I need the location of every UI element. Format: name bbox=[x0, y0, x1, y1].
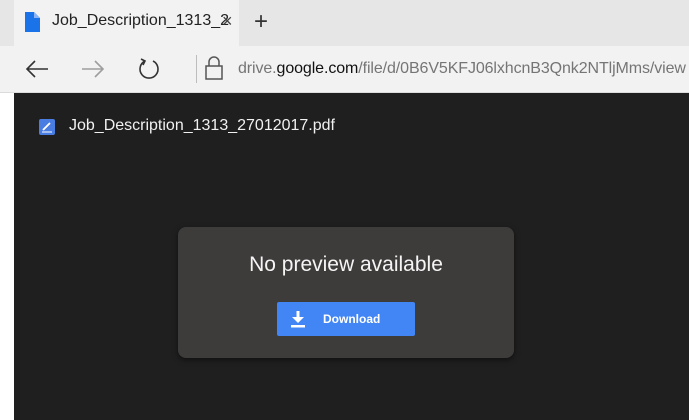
file-viewer: Job_Description_1313_27012017.pdf No pre… bbox=[14, 93, 689, 420]
pdf-file-icon bbox=[39, 119, 55, 135]
no-preview-card: No preview available Download bbox=[178, 227, 514, 358]
download-icon bbox=[291, 311, 305, 328]
browser-tab[interactable]: Job_Description_1313_2 × bbox=[14, 0, 239, 46]
file-name: Job_Description_1313_27012017.pdf bbox=[69, 117, 335, 134]
url-host: google.com bbox=[276, 60, 359, 77]
forward-arrow-icon[interactable] bbox=[80, 56, 106, 82]
nav-divider bbox=[196, 55, 197, 83]
address-bar[interactable]: drive.google.com/file/d/0B6V5KFJ06lxhcnB… bbox=[238, 60, 686, 78]
tab-title: Job_Description_1313_2 bbox=[52, 12, 230, 29]
back-arrow-icon[interactable] bbox=[24, 56, 50, 82]
url-prefix: drive. bbox=[238, 60, 277, 77]
close-tab-icon[interactable]: × bbox=[222, 11, 233, 31]
new-tab-button[interactable]: + bbox=[254, 10, 268, 34]
refresh-icon[interactable] bbox=[136, 56, 162, 82]
download-label: Download bbox=[323, 312, 381, 326]
download-button[interactable]: Download bbox=[277, 302, 415, 336]
navigation-bar: drive.google.com/file/d/0B6V5KFJ06lxhcnB… bbox=[0, 46, 689, 93]
no-preview-message: No preview available bbox=[249, 253, 443, 276]
document-icon bbox=[25, 12, 40, 32]
tab-strip: Job_Description_1313_2 × + bbox=[0, 0, 689, 46]
lock-icon[interactable] bbox=[203, 55, 225, 81]
url-path: /file/d/0B6V5KFJ06lxhcnB3Qnk2NTljMms/vie… bbox=[358, 60, 686, 77]
